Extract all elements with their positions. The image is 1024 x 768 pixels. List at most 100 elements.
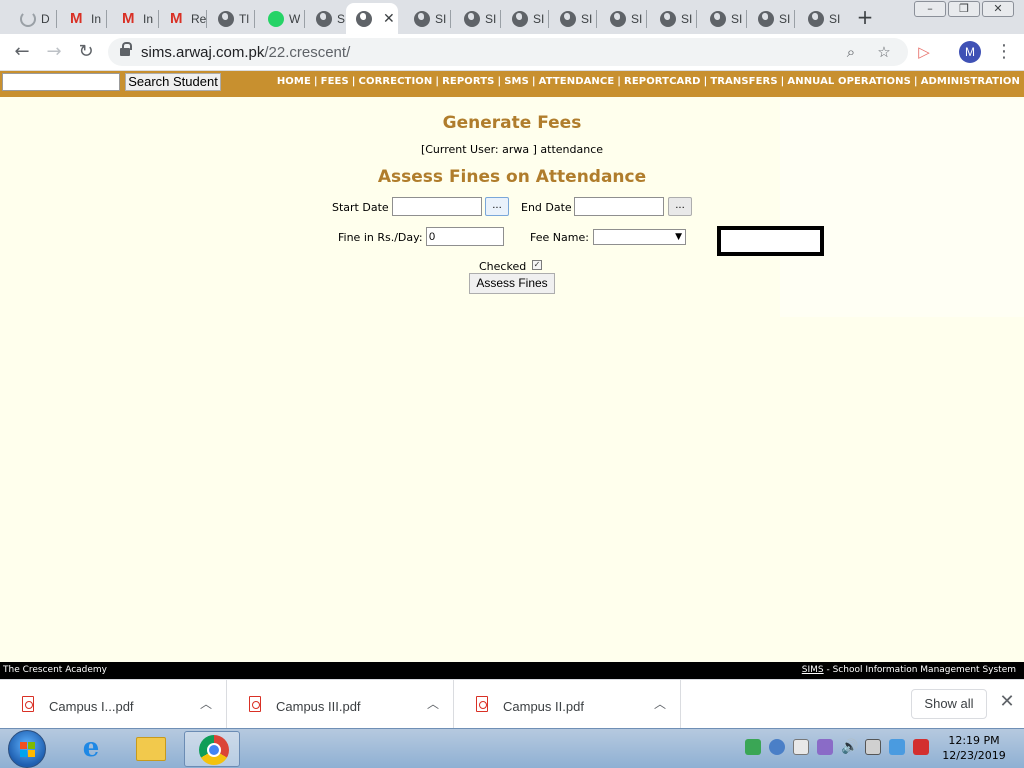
browser-toolbar: ← → ↻ sims.arwaj.com.pk/22.crescent/ ⌕ ☆…: [0, 34, 1024, 71]
taskbar-clock[interactable]: 12:19 PM 12/23/2019: [938, 733, 1010, 763]
menu-item-sms[interactable]: SMS: [504, 76, 529, 87]
browser-menu-icon[interactable]: ⋮: [995, 40, 1013, 64]
tab-separator: [548, 10, 549, 28]
network-icon[interactable]: [865, 739, 881, 755]
bookmark-star-icon[interactable]: ☆: [873, 41, 895, 63]
browser-tab[interactable]: SI: [600, 3, 646, 34]
browser-tab[interactable]: SI: [798, 3, 844, 34]
start-button[interactable]: [8, 730, 46, 768]
new-tab-button[interactable]: +: [853, 5, 877, 29]
profile-avatar[interactable]: M: [959, 41, 981, 63]
globe-icon: [464, 10, 480, 27]
internet-explorer-icon: e: [82, 733, 100, 763]
close-window-button[interactable]: ✕: [982, 1, 1014, 17]
tab-title: In: [143, 11, 154, 26]
menu-item-fees[interactable]: FEES: [321, 76, 349, 87]
download-filename: Campus III.pdf: [276, 699, 361, 714]
sims-link[interactable]: SIMS: [802, 665, 824, 675]
tray-app-icon[interactable]: [769, 739, 785, 755]
forward-button[interactable]: →: [42, 40, 66, 64]
browser-tab[interactable]: ✕: [346, 3, 398, 34]
tab-title: SI: [829, 11, 841, 26]
menu-item-transfers[interactable]: TRANSFERS: [710, 76, 777, 87]
menu-item-attendance[interactable]: ATTENDANCE: [539, 76, 615, 87]
redacted-box: [717, 226, 824, 256]
menu-item-reports[interactable]: REPORTS: [442, 76, 494, 87]
menu-item-administration[interactable]: ADMINISTRATION: [921, 76, 1020, 87]
restore-button[interactable]: ❐: [948, 1, 980, 17]
browser-tab[interactable]: In: [60, 3, 106, 34]
action-center-icon[interactable]: [913, 739, 929, 755]
menu-item-home[interactable]: HOME: [277, 76, 311, 87]
tab-title: SI: [581, 11, 593, 26]
volume-icon[interactable]: 🔊: [841, 739, 858, 755]
browser-tab[interactable]: SI: [502, 3, 548, 34]
globe-icon: [356, 10, 372, 27]
tab-separator: [596, 10, 597, 28]
globe-icon: [218, 10, 234, 27]
chevron-up-icon[interactable]: ︿: [427, 695, 439, 712]
start-date-label: Start Date: [332, 201, 389, 214]
download-item[interactable]: Campus I...pdf ︿: [0, 680, 227, 728]
tray-device-icon[interactable]: [793, 739, 809, 755]
close-tab-icon[interactable]: ✕: [383, 11, 395, 27]
browser-tab[interactable]: D: [10, 3, 56, 34]
browser-tab[interactable]: In: [112, 3, 158, 34]
download-item[interactable]: Campus III.pdf ︿: [227, 680, 454, 728]
tray-app-icon[interactable]: [817, 739, 833, 755]
browser-tab[interactable]: SI: [550, 3, 596, 34]
browser-tab[interactable]: W: [258, 3, 304, 34]
start-date-input[interactable]: [392, 197, 482, 216]
start-date-picker-button[interactable]: ...: [485, 197, 509, 216]
globe-icon: [660, 10, 676, 27]
browser-tab[interactable]: SI: [650, 3, 696, 34]
assess-fines-button[interactable]: Assess Fines: [469, 273, 555, 294]
chrome-taskbar-button[interactable]: [184, 731, 240, 767]
browser-tab[interactable]: SI: [748, 3, 794, 34]
student-search-input[interactable]: [2, 73, 120, 91]
minimize-button[interactable]: –: [914, 1, 946, 17]
tray-app-icon[interactable]: [745, 739, 761, 755]
checked-checkbox[interactable]: ✓: [532, 260, 542, 270]
tab-title: SI: [779, 11, 791, 26]
chevron-up-icon[interactable]: ︿: [200, 695, 212, 712]
browser-tab[interactable]: SI: [404, 3, 450, 34]
menu-item-reportcard[interactable]: REPORTCARD: [624, 76, 701, 87]
file-explorer-taskbar-button[interactable]: [122, 731, 178, 767]
browser-tab[interactable]: SI: [454, 3, 500, 34]
fine-label: Fine in Rs./Day:: [338, 231, 423, 244]
menu-item-annual-operations[interactable]: ANNUAL OPERATIONS: [787, 76, 911, 87]
tray-app-icon[interactable]: [889, 739, 905, 755]
end-date-input[interactable]: [574, 197, 664, 216]
download-item[interactable]: Campus II.pdf ︿: [454, 680, 681, 728]
extension-icon[interactable]: ▷: [913, 41, 935, 63]
pdf-icon: [249, 696, 261, 712]
internet-explorer-taskbar-button[interactable]: e: [62, 731, 118, 767]
window-controls: – ❐ ✕: [912, 1, 1014, 17]
chevron-up-icon[interactable]: ︿: [654, 695, 666, 712]
fine-input[interactable]: [426, 227, 504, 246]
windows-logo-icon: [20, 742, 36, 758]
tab-title: SI: [435, 11, 447, 26]
clock-time: 12:19 PM: [948, 734, 1000, 747]
browser-tab[interactable]: Tl: [208, 3, 254, 34]
search-student-button[interactable]: Search Student: [125, 73, 221, 91]
tab-separator: [746, 10, 747, 28]
back-button[interactable]: ←: [10, 40, 34, 64]
browser-tab[interactable]: Re: [160, 3, 206, 34]
reload-button[interactable]: ↻: [74, 40, 98, 64]
zoom-icon[interactable]: ⌕: [840, 41, 862, 63]
dropdown-arrow-icon: ▼: [675, 232, 682, 242]
close-downloads-icon[interactable]: ✕: [997, 692, 1017, 712]
menu-item-correction[interactable]: CORRECTION: [359, 76, 433, 87]
address-bar[interactable]: sims.arwaj.com.pk/22.crescent/ ⌕ ☆: [108, 38, 908, 66]
fee-name-select[interactable]: ▼: [593, 229, 686, 245]
end-date-picker-button[interactable]: ...: [668, 197, 692, 216]
page-content: Search Student HOME | FEES | CORRECTION | REPO…: [0, 71, 1024, 679]
browser-tab[interactable]: SI: [700, 3, 746, 34]
gmail-icon: [70, 11, 86, 27]
menu-separator: |: [435, 76, 440, 87]
download-filename: Campus II.pdf: [503, 699, 584, 714]
show-all-button[interactable]: Show all: [911, 689, 987, 719]
downloads-bar: Campus I...pdf ︿ Campus III.pdf ︿ Campus…: [0, 679, 1024, 728]
